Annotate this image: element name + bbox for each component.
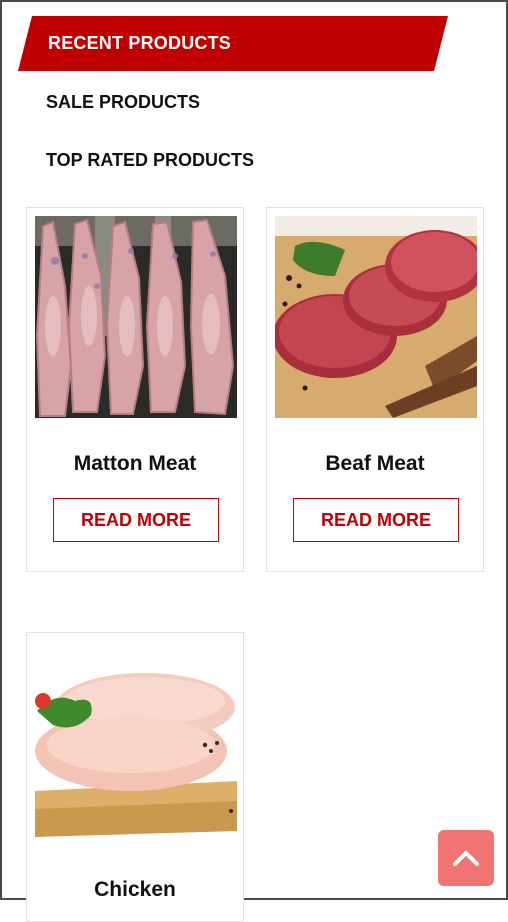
product-card: Beaf Meat READ MORE	[266, 207, 484, 572]
chevron-up-icon	[453, 851, 479, 866]
product-card: Chicken	[26, 632, 244, 922]
scroll-to-top-button[interactable]	[438, 830, 494, 886]
tab-top-rated-products[interactable]: TOP RATED PRODUCTS	[46, 150, 254, 171]
tab-recent-products[interactable]: RECENT PRODUCTS	[18, 16, 448, 71]
read-more-button[interactable]: READ MORE	[53, 498, 219, 542]
product-card: Matton Meat READ MORE	[26, 207, 244, 572]
tab-sale-products[interactable]: SALE PRODUCTS	[46, 92, 200, 113]
product-image[interactable]	[275, 216, 477, 418]
product-name[interactable]: Chicken	[27, 878, 243, 902]
product-name[interactable]: Matton Meat	[27, 452, 243, 476]
product-image[interactable]	[35, 216, 237, 418]
product-name[interactable]: Beaf Meat	[267, 452, 483, 476]
read-more-button[interactable]: READ MORE	[293, 498, 459, 542]
product-image[interactable]	[35, 641, 237, 843]
